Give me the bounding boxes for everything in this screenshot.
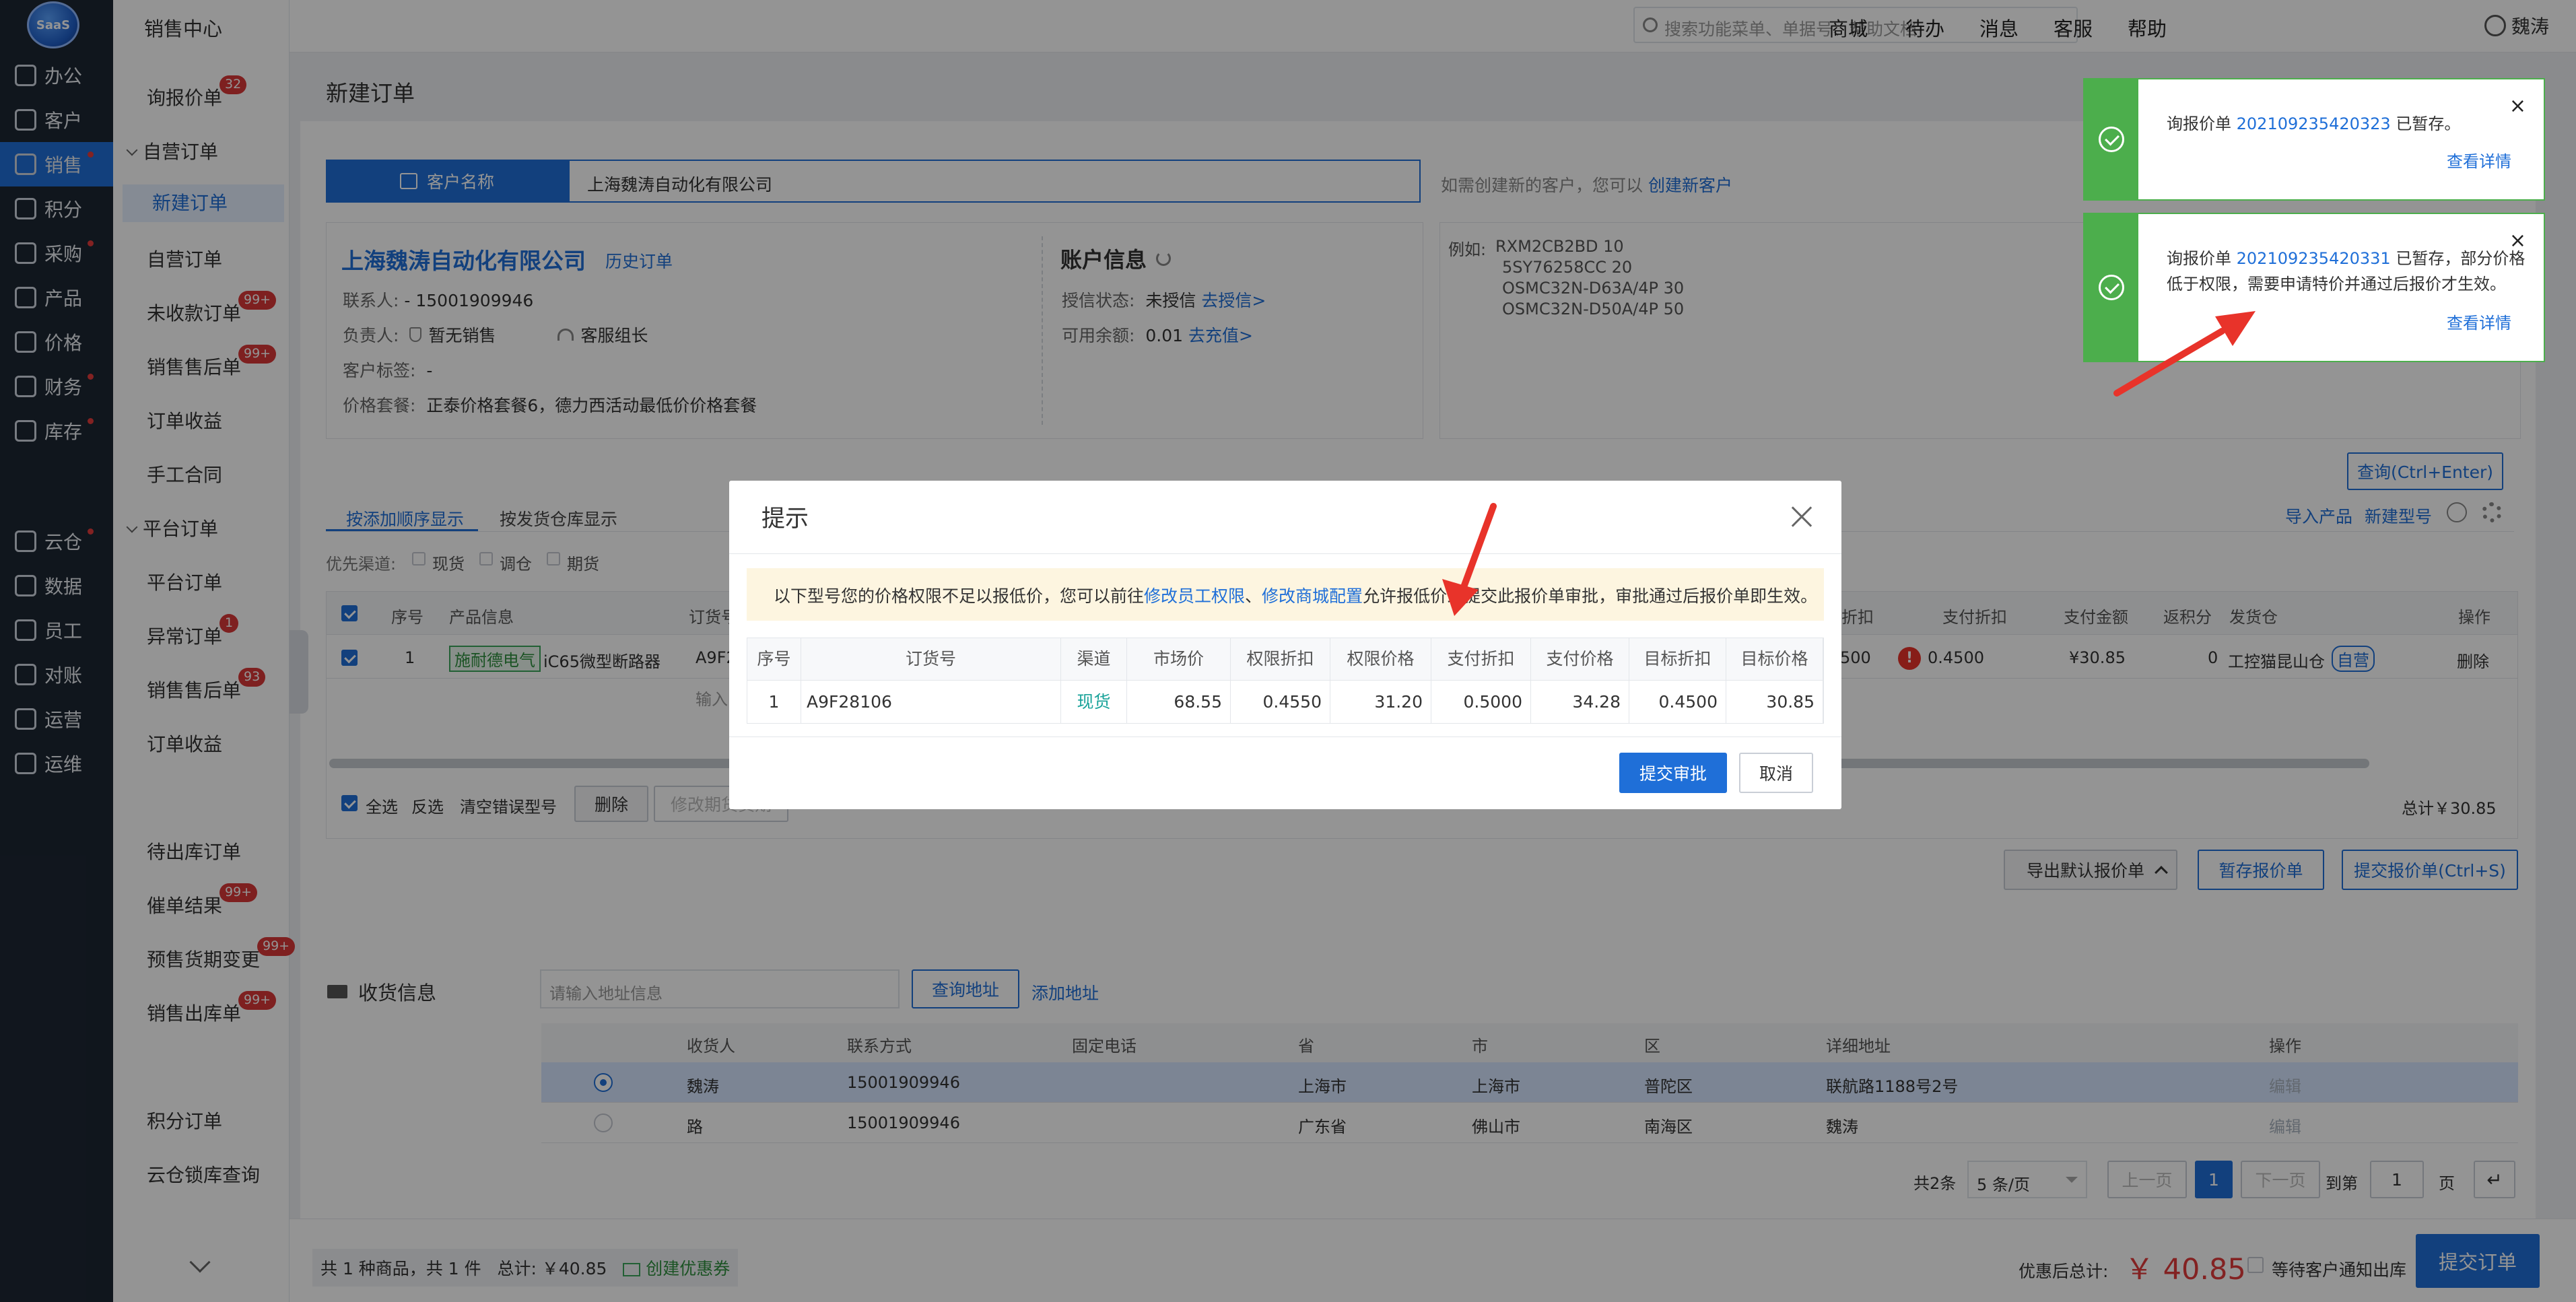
arrow-head-pay-discount [1442,579,1479,616]
annotation-arrows [1442,311,2256,616]
arrow-to-pay-discount [1460,503,1497,590]
arrow-to-notification [2113,328,2225,397]
